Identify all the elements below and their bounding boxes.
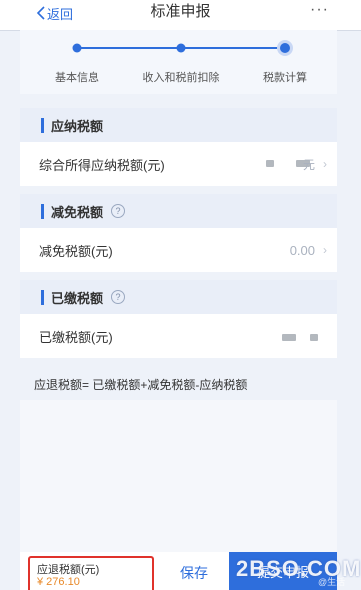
tax-declaration-screen: 返回 标准申报 ··· 基本信息 收入和税前扣除 税款计算 应纳税额 综合所得应…: [0, 0, 361, 590]
reduction-tax-label: 减免税额(元): [39, 243, 113, 259]
save-button[interactable]: 保存: [160, 556, 228, 590]
formula-text: 应退税额= 已缴税额+减免税额-应纳税额: [34, 378, 248, 392]
chevron-right-icon: ›: [323, 243, 327, 257]
step-dot-3: [280, 43, 290, 53]
page-title: 标准申报: [150, 3, 211, 20]
section-header-paid: 已缴税额 ?: [20, 280, 337, 314]
nav-header: 返回 标准申报 ···: [0, 0, 361, 31]
reduction-tax-row[interactable]: 减免税额(元) 0.00 ›: [20, 228, 337, 272]
step-dot-2: [176, 43, 186, 53]
step-dot-1: [72, 43, 82, 53]
section-title-payable: 应纳税额: [51, 118, 104, 134]
step-indicator: 基本信息 收入和税前扣除 税款计算: [20, 30, 337, 94]
section-accent-bar: [41, 289, 44, 305]
help-icon[interactable]: ?: [111, 204, 126, 218]
section-header-reduction: 减免税额 ?: [20, 194, 337, 228]
redacted-value-block: [282, 334, 296, 341]
redacted-value-block: [266, 160, 274, 167]
payable-tax-unit: 元: [302, 157, 315, 172]
refund-amount: ¥ 276.10: [37, 576, 80, 588]
chevron-right-icon: ›: [323, 157, 327, 171]
section-accent-bar: [41, 203, 44, 219]
paid-tax-row[interactable]: 已缴税额(元): [20, 314, 337, 358]
step-label-basic-info: 基本信息: [55, 72, 99, 84]
section-title-paid: 已缴税额: [51, 290, 104, 306]
section-title-reduction: 减免税额: [51, 204, 104, 220]
paid-tax-label: 已缴税额(元): [39, 329, 113, 345]
section-accent-bar: [41, 117, 44, 133]
payable-tax-row[interactable]: 综合所得应纳税额(元) 元 ›: [20, 142, 337, 186]
watermark-small-text: @生活: [318, 577, 346, 587]
refund-label: 应退税额(元): [37, 564, 100, 576]
step-label-income: 收入和税前扣除: [142, 72, 220, 84]
redacted-value-block: [310, 334, 318, 341]
payable-tax-label: 综合所得应纳税额(元): [39, 157, 165, 173]
step-label-tax-calc: 税款计算: [263, 72, 307, 84]
blank-area: [20, 400, 337, 552]
section-header-payable: 应纳税额: [20, 108, 337, 142]
more-menu-icon[interactable]: ···: [310, 1, 329, 19]
reduction-tax-value: 0.00: [289, 242, 315, 258]
help-icon[interactable]: ?: [111, 290, 126, 304]
